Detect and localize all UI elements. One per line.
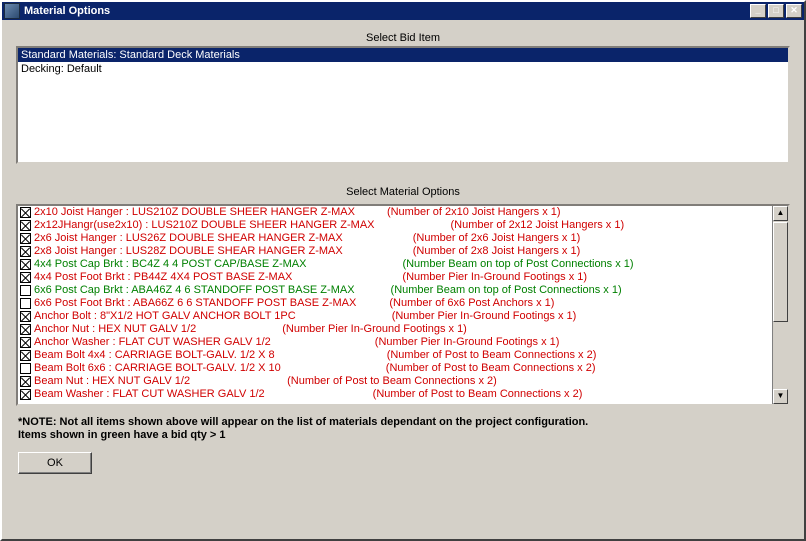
material-name: 6x6 Post Cap Brkt : ABA46Z 4 6 STANDOFF …: [34, 284, 355, 297]
note-text: *NOTE: Not all items shown above will ap…: [16, 406, 790, 442]
material-checkbox[interactable]: [20, 272, 31, 283]
ok-button[interactable]: OK: [18, 452, 92, 474]
bid-item-listbox[interactable]: Standard Materials: Standard Deck Materi…: [16, 46, 790, 164]
material-name: 6x6 Post Foot Brkt : ABA66Z 6 6 STANDOFF…: [34, 297, 356, 310]
material-checkbox[interactable]: [20, 389, 31, 400]
material-checkbox[interactable]: [20, 350, 31, 361]
material-note: (Number Pier In-Ground Footings x 1): [392, 310, 577, 323]
material-note: (Number of Post to Beam Connections x 2): [386, 362, 596, 375]
select-material-label: Select Material Options: [16, 184, 790, 200]
material-row[interactable]: 6x6 Post Foot Brkt : ABA66Z 6 6 STANDOFF…: [18, 297, 772, 310]
material-note: (Number of 2x10 Joist Hangers x 1): [387, 206, 561, 219]
material-name: 2x8 Joist Hanger : LUS28Z DOUBLE SHEAR H…: [34, 245, 343, 258]
window-buttons: _ □ ✕: [750, 4, 802, 18]
material-note: (Number Beam on top of Post Connections …: [402, 258, 633, 271]
material-options-listbox[interactable]: 2x10 Joist Hanger : LUS210Z DOUBLE SHEER…: [16, 204, 790, 406]
button-row: OK: [16, 442, 790, 478]
material-name: Beam Bolt 6x6 : CARRIAGE BOLT-GALV. 1/2 …: [34, 362, 281, 375]
window-title: Material Options: [24, 5, 750, 17]
material-name: Beam Bolt 4x4 : CARRIAGE BOLT-GALV. 1/2 …: [34, 349, 275, 362]
material-note: (Number Pier In-Ground Footings x 1): [402, 271, 587, 284]
material-name: 2x10 Joist Hanger : LUS210Z DOUBLE SHEER…: [34, 206, 355, 219]
material-checkbox[interactable]: [20, 259, 31, 270]
material-checkbox[interactable]: [20, 246, 31, 257]
material-checkbox[interactable]: [20, 220, 31, 231]
material-checkbox[interactable]: [20, 298, 31, 309]
maximize-button[interactable]: □: [768, 4, 784, 18]
material-checkbox[interactable]: [20, 337, 31, 348]
material-note: (Number of Post to Beam Connections x 2): [287, 375, 497, 388]
material-note: (Number of 2x8 Joist Hangers x 1): [413, 245, 581, 258]
material-note: (Number of Post to Beam Connections x 2): [387, 349, 597, 362]
minimize-button[interactable]: _: [750, 4, 766, 18]
material-note: (Number Pier In-Ground Footings x 1): [375, 336, 560, 349]
material-name: Anchor Bolt : 8"X1/2 HOT GALV ANCHOR BOL…: [34, 310, 296, 323]
material-row[interactable]: Beam Washer : FLAT CUT WASHER GALV 1/2 (N…: [18, 388, 772, 401]
material-row[interactable]: 2x6 Joist Hanger : LUS26Z DOUBLE SHEAR H…: [18, 232, 772, 245]
material-checkbox[interactable]: [20, 311, 31, 322]
material-checkbox[interactable]: [20, 376, 31, 387]
close-button[interactable]: ✕: [786, 4, 802, 18]
note-line1: *NOTE: Not all items shown above will ap…: [18, 416, 588, 428]
material-name: 2x12JHangr(use2x10) : LUS210Z DOUBLE SHE…: [34, 219, 375, 232]
material-checkbox[interactable]: [20, 324, 31, 335]
scroll-up-button[interactable]: ▲: [773, 206, 788, 221]
scroll-down-button[interactable]: ▼: [773, 389, 788, 404]
material-row[interactable]: Anchor Nut : HEX NUT GALV 1/2 (Number Pie…: [18, 323, 772, 336]
material-name: 4x4 Post Foot Brkt : PB44Z 4X4 POST BASE…: [34, 271, 292, 284]
material-note: (Number of 2x6 Joist Hangers x 1): [413, 232, 581, 245]
window-body: Select Bid Item Standard Materials: Stan…: [2, 20, 804, 539]
select-bid-label: Select Bid Item: [16, 30, 790, 46]
material-name: Beam Washer : FLAT CUT WASHER GALV 1/2: [34, 388, 265, 401]
material-name: 2x6 Joist Hanger : LUS26Z DOUBLE SHEAR H…: [34, 232, 343, 245]
material-name: 4x4 Post Cap Brkt : BC4Z 4 4 POST CAP/BA…: [34, 258, 306, 271]
material-row[interactable]: Anchor Bolt : 8"X1/2 HOT GALV ANCHOR BOL…: [18, 310, 772, 323]
material-row[interactable]: 4x4 Post Cap Brkt : BC4Z 4 4 POST CAP/BA…: [18, 258, 772, 271]
note-line2: Items shown in green have a bid qty > 1: [18, 429, 226, 441]
material-row[interactable]: Beam Nut : HEX NUT GALV 1/2 (Number of Po…: [18, 375, 772, 388]
material-checkbox[interactable]: [20, 233, 31, 244]
material-row[interactable]: 2x8 Joist Hanger : LUS28Z DOUBLE SHEAR H…: [18, 245, 772, 258]
material-name: Beam Nut : HEX NUT GALV 1/2: [34, 375, 190, 388]
material-row[interactable]: Anchor Washer : FLAT CUT WASHER GALV 1/2…: [18, 336, 772, 349]
material-row[interactable]: Beam Bolt 4x4 : CARRIAGE BOLT-GALV. 1/2 …: [18, 349, 772, 362]
material-row[interactable]: 4x4 Post Foot Brkt : PB44Z 4X4 POST BASE…: [18, 271, 772, 284]
bid-item-row[interactable]: Decking: Default: [18, 62, 788, 76]
material-note: (Number of 6x6 Post Anchors x 1): [389, 297, 554, 310]
material-note: (Number Pier In-Ground Footings x 1): [282, 323, 467, 336]
material-name: Anchor Washer : FLAT CUT WASHER GALV 1/2: [34, 336, 271, 349]
window: Material Options _ □ ✕ Select Bid Item S…: [0, 0, 806, 541]
material-row[interactable]: 2x10 Joist Hanger : LUS210Z DOUBLE SHEER…: [18, 206, 772, 219]
material-checkbox[interactable]: [20, 363, 31, 374]
titlebar[interactable]: Material Options _ □ ✕: [2, 2, 804, 20]
material-note: (Number Beam on top of Post Connections …: [391, 284, 622, 297]
material-row[interactable]: Beam Bolt 6x6 : CARRIAGE BOLT-GALV. 1/2 …: [18, 362, 772, 375]
material-note: (Number of Post to Beam Connections x 2): [373, 388, 583, 401]
scroll-thumb[interactable]: [773, 222, 788, 322]
material-checkbox[interactable]: [20, 207, 31, 218]
material-row[interactable]: 2x12JHangr(use2x10) : LUS210Z DOUBLE SHE…: [18, 219, 772, 232]
app-icon: [4, 3, 20, 19]
scrollbar[interactable]: ▲ ▼: [772, 206, 788, 404]
material-row[interactable]: 6x6 Post Cap Brkt : ABA46Z 4 6 STANDOFF …: [18, 284, 772, 297]
material-name: Anchor Nut : HEX NUT GALV 1/2: [34, 323, 196, 336]
bid-item-row[interactable]: Standard Materials: Standard Deck Materi…: [18, 48, 788, 62]
material-checkbox[interactable]: [20, 285, 31, 296]
material-note: (Number of 2x12 Joist Hangers x 1): [451, 219, 625, 232]
